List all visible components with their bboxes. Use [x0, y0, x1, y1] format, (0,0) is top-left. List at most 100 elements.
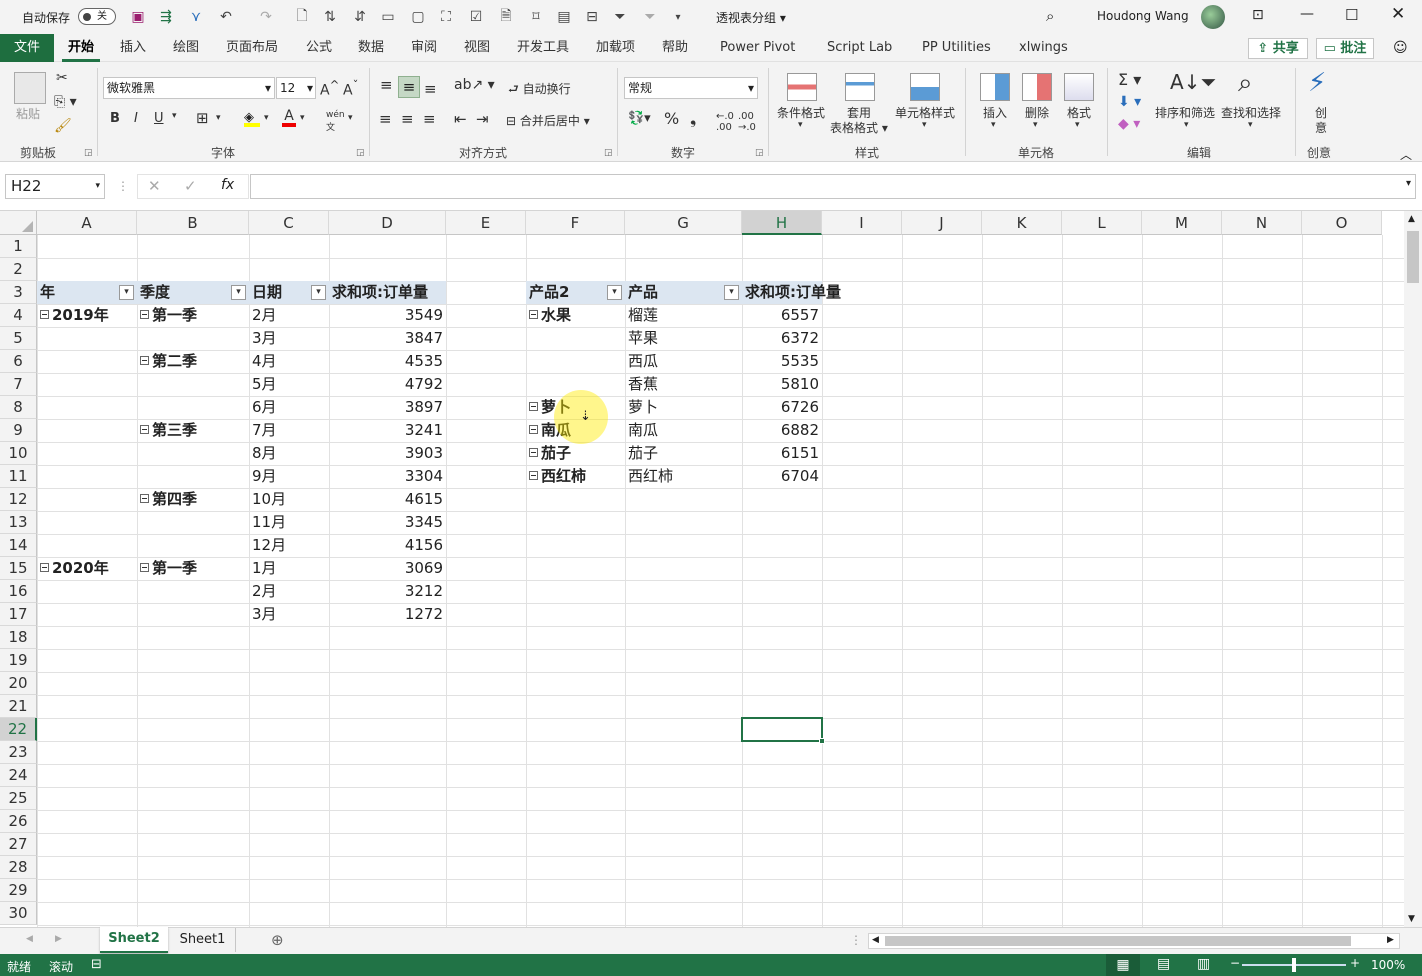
column-header-K[interactable]: K	[982, 211, 1062, 235]
minimize-icon[interactable]: —	[1300, 6, 1314, 22]
cut-icon[interactable]: ✂	[56, 70, 68, 86]
format-painter-icon[interactable]: 🖌	[54, 118, 72, 134]
share-button[interactable]: ⇪ 共享	[1248, 38, 1308, 59]
find-icon[interactable]: ⌕	[1238, 68, 1253, 99]
merge-center-button[interactable]: ⊟ 合并后居中 ▾	[506, 112, 590, 129]
pivot-value[interactable]: 3212	[329, 580, 446, 603]
pivot-date[interactable]: 3月	[249, 327, 329, 350]
pivot2-product[interactable]: 西瓜	[625, 350, 742, 373]
scroll-down-icon[interactable]: ▼	[1408, 914, 1415, 924]
font-color-dropdown-icon[interactable]: ▾	[300, 113, 305, 123]
filter-dropdown-icon[interactable]: ▾	[724, 285, 739, 300]
pivot2-product[interactable]: 茄子	[625, 442, 742, 465]
active-cell-H22[interactable]	[741, 717, 825, 744]
cancel-icon[interactable]: ✕	[148, 177, 161, 195]
pivot-date[interactable]: 3月	[249, 603, 329, 626]
format-as-table-button[interactable]: 表格格式 ▾	[830, 119, 888, 136]
column-header-G[interactable]: G	[625, 211, 742, 235]
row-header-27[interactable]: 27	[0, 833, 37, 856]
decrease-decimal-icon[interactable]: .00 →.0	[738, 111, 756, 133]
scroll-up-icon[interactable]: ▲	[1408, 214, 1415, 224]
insert-cells-icon[interactable]	[980, 73, 1010, 101]
collapse-icon[interactable]	[140, 563, 149, 572]
pivot2-product[interactable]: 南瓜	[625, 419, 742, 442]
maximize-icon[interactable]: ☐	[1345, 6, 1358, 24]
align-middle-icon[interactable]: ≡	[398, 76, 420, 98]
horizontal-scrollbar[interactable]: ◀ ▶	[868, 933, 1400, 949]
column-header-D[interactable]: D	[329, 211, 446, 235]
sheet-tab-sheet2[interactable]: Sheet2	[100, 927, 168, 953]
pivot-value[interactable]: 4535	[329, 350, 446, 373]
pivot2-product[interactable]: 萝卜	[625, 396, 742, 419]
comments-button[interactable]: ▭ 批注	[1316, 38, 1374, 59]
fill-dropdown-icon[interactable]: ▾	[264, 113, 269, 123]
column-header-J[interactable]: J	[902, 211, 982, 235]
pivot-header-year[interactable]: 年 ▾	[37, 281, 137, 304]
pivot-date[interactable]: 1月	[249, 557, 329, 580]
increase-decimal-icon[interactable]: ←.0.00	[716, 111, 734, 133]
underline-button[interactable]: U	[154, 111, 164, 126]
collapse-icon[interactable]	[140, 310, 149, 319]
conditional-format-icon[interactable]	[787, 73, 817, 101]
tab-view[interactable]: 视图	[458, 34, 496, 62]
filter-toggle-icon[interactable]: ⋎	[186, 8, 206, 26]
font-name-combo[interactable]: 微软雅黑 ▾	[103, 77, 275, 99]
row-header-4[interactable]: 4	[0, 304, 37, 327]
qat-more-icon[interactable]: ▾	[668, 8, 688, 26]
italic-button[interactable]: I	[134, 111, 138, 126]
column-header-M[interactable]: M	[1142, 211, 1222, 235]
pivot-value[interactable]: 4792	[329, 373, 446, 396]
pivot-value[interactable]: 3304	[329, 465, 446, 488]
row-header-7[interactable]: 7	[0, 373, 37, 396]
pivot-quarter[interactable]: 第四季	[137, 488, 249, 511]
pivot2-header-sum[interactable]: 求和项:订单量	[742, 281, 841, 304]
page-break-view-icon[interactable]: ▥	[1197, 956, 1210, 972]
scroll-left-icon[interactable]: ◀	[872, 935, 879, 945]
column-header-F[interactable]: F	[526, 211, 625, 235]
format-cells-button[interactable]: 格式	[1067, 104, 1091, 121]
border-dropdown-icon[interactable]: ▾	[216, 113, 221, 123]
pivot-date[interactable]: 2月	[249, 304, 329, 327]
row-header-23[interactable]: 23	[0, 741, 37, 764]
row-header-3[interactable]: 3	[0, 281, 37, 304]
conditional-format-button[interactable]: 条件格式	[777, 104, 825, 121]
row-header-29[interactable]: 29	[0, 879, 37, 902]
next-sheet-icon[interactable]: ▶	[55, 934, 62, 944]
format-icon[interactable]: ⇶	[156, 8, 176, 26]
vertical-scrollbar[interactable]: ▲ ▼	[1404, 211, 1422, 927]
launcher-icon[interactable]: ◲	[356, 148, 365, 158]
pivot-value[interactable]: 3069	[329, 557, 446, 580]
row-header-15[interactable]: 15	[0, 557, 37, 580]
worksheet-grid[interactable]: ABCDEFGHIJKLMNO 1 2 3 4 5 6 7 8 9 10 11 12 13 14 15 16 1…	[0, 211, 1404, 927]
open-icon[interactable]: ▭	[378, 8, 398, 26]
phonetic-dropdown-icon[interactable]: ▾	[348, 113, 353, 123]
macro-record-icon[interactable]: ⊟	[91, 957, 102, 972]
collapse-icon[interactable]	[529, 310, 538, 319]
column-header-N[interactable]: N	[1222, 211, 1302, 235]
pivot2-product[interactable]: 榴莲	[625, 304, 742, 327]
pivot2-product[interactable]: 西红柿	[625, 465, 742, 488]
wrap-text-button[interactable]: ⮐ 自动换行	[508, 80, 571, 101]
pivot2-product[interactable]: 香蕉	[625, 373, 742, 396]
pivot-header-quarter[interactable]: 季度 ▾	[137, 281, 249, 304]
row-header-19[interactable]: 19	[0, 649, 37, 672]
find-select-button[interactable]: 查找和选择	[1221, 104, 1281, 121]
pivot-date[interactable]: 7月	[249, 419, 329, 442]
column-header-L[interactable]: L	[1062, 211, 1142, 235]
pivot-date[interactable]: 11月	[249, 511, 329, 534]
row-header-6[interactable]: 6	[0, 350, 37, 373]
align-left-icon[interactable]: ≡	[379, 110, 392, 128]
collapse-icon[interactable]	[40, 563, 49, 572]
pivot2-value[interactable]: 5810	[742, 373, 822, 396]
column-header-E[interactable]: E	[446, 211, 526, 235]
pivot-quarter[interactable]: 第二季	[137, 350, 249, 373]
align-right-icon[interactable]: ≡	[423, 110, 436, 128]
pivot-value[interactable]: 3897	[329, 396, 446, 419]
pivot-value[interactable]: 3241	[329, 419, 446, 442]
sort-filter-icon[interactable]: A↓⏷	[1170, 70, 1216, 94]
number-format-combo[interactable]: 常规 ▾	[624, 77, 758, 99]
zoom-level[interactable]: 100%	[1371, 958, 1405, 972]
collapse-icon[interactable]	[529, 402, 538, 411]
comma-icon[interactable]: ❟	[690, 109, 696, 129]
pivot-value[interactable]: 3345	[329, 511, 446, 534]
